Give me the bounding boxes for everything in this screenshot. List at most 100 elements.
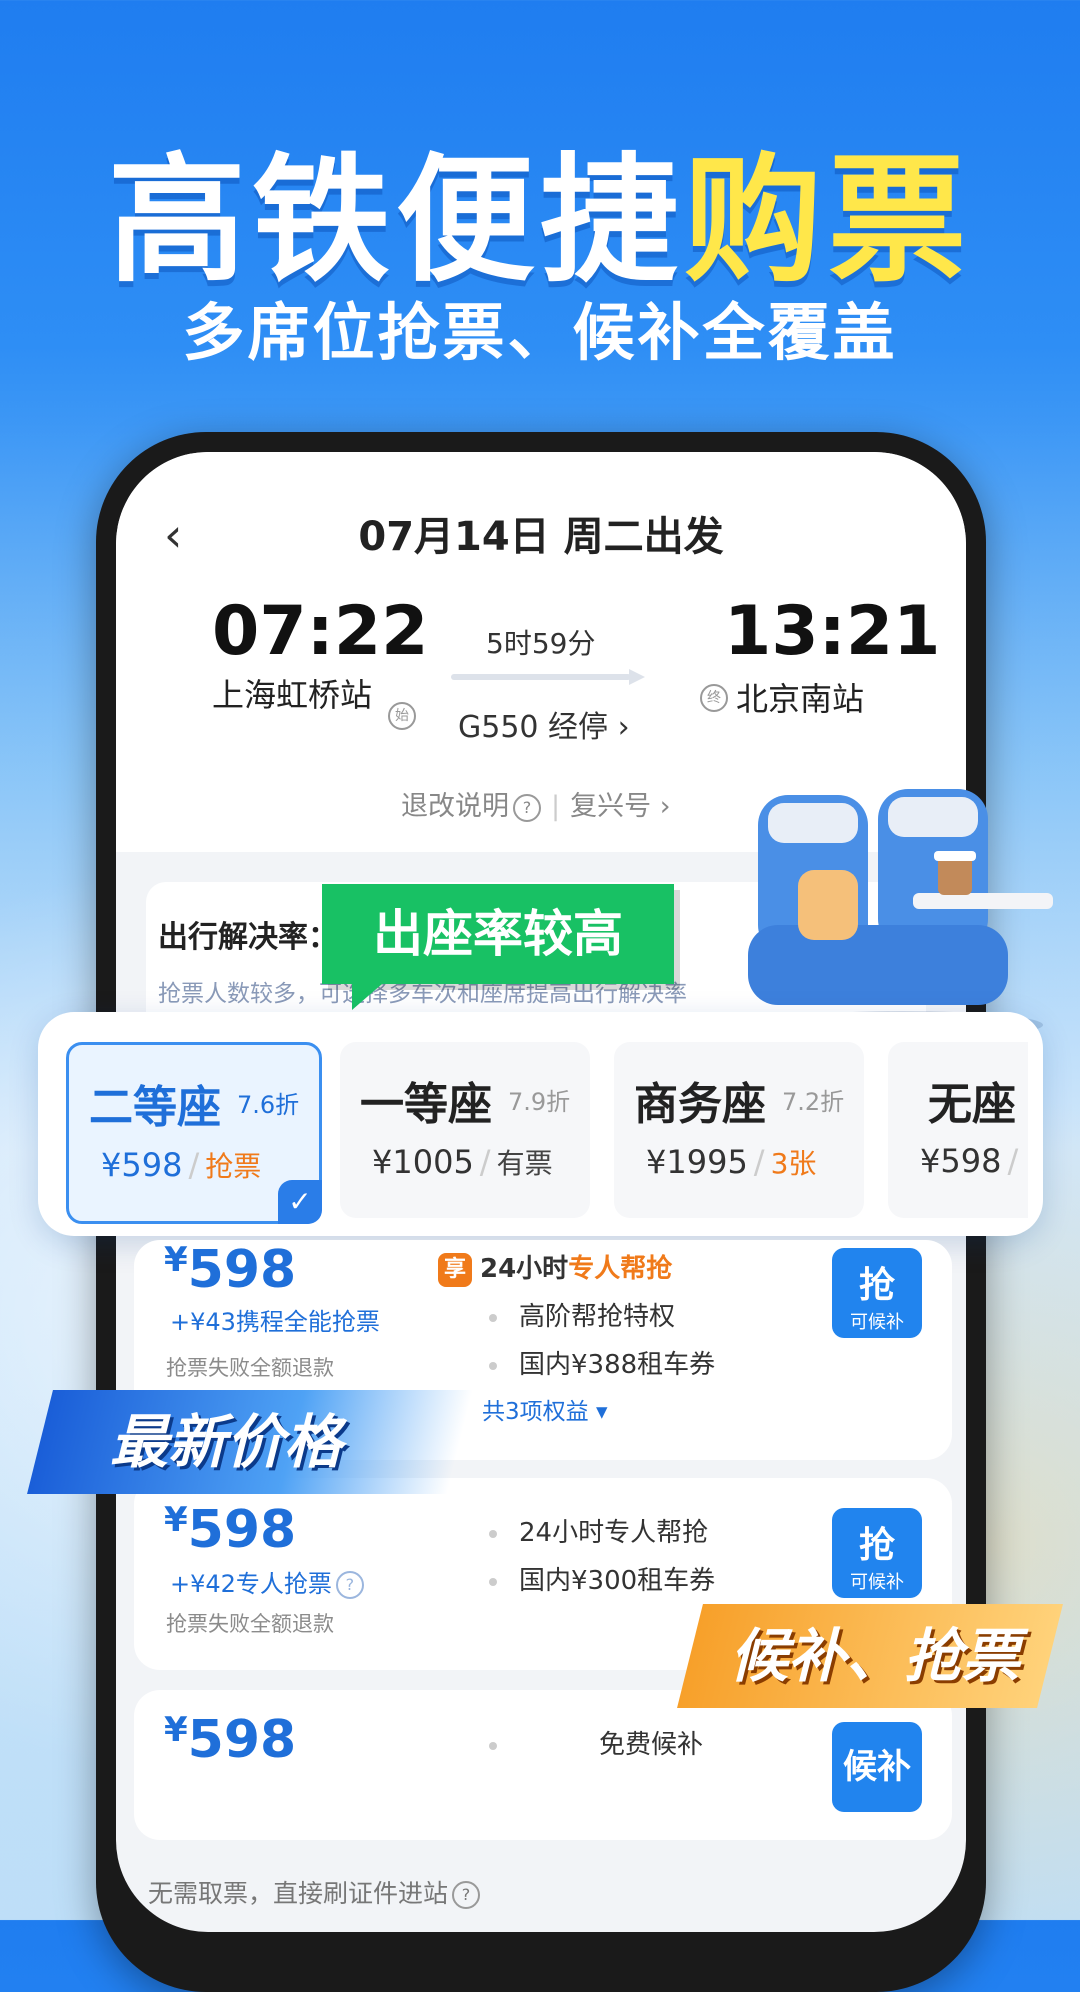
- seat-price-value: ¥598: [101, 1146, 183, 1184]
- divider: /: [753, 1143, 765, 1181]
- arrival-station: 北京南站: [736, 680, 865, 718]
- currency-symbol: ¥: [164, 1500, 188, 1540]
- waitlist-button[interactable]: 候补: [832, 1722, 922, 1812]
- seat-status: 有票: [496, 1147, 553, 1180]
- option-refund-note: 抢票失败全额退款: [166, 1612, 334, 1636]
- benefit-item: 国内¥300租车券: [489, 1560, 715, 1597]
- benefit-item: 免费候补: [489, 1724, 703, 1761]
- seat-option-first-class[interactable]: 一等座 7.9折 ¥1005/有票: [340, 1042, 590, 1218]
- seat-discount: 7.6折: [237, 1091, 300, 1119]
- price-value: 598: [187, 1500, 297, 1560]
- seat-price: ¥1005/有票: [372, 1142, 553, 1182]
- hero-title-white: 高铁便捷: [107, 140, 684, 301]
- departure-date: 07月14日 周二出发: [358, 514, 724, 560]
- benefit-text: 国内¥300租车券: [519, 1566, 716, 1596]
- arrival-time: 13:21: [724, 592, 941, 671]
- more-benefits-link[interactable]: 共3项权益 ▾: [482, 1392, 608, 1426]
- option-price: ¥598: [164, 1500, 296, 1560]
- currency-symbol: ¥: [164, 1710, 188, 1750]
- button-sublabel: 可候补: [850, 1312, 904, 1333]
- benefit-head-a: 24小时: [480, 1254, 569, 1284]
- departure-station: 上海虹桥站: [212, 676, 373, 714]
- seat-option-second-class[interactable]: 二等座 7.6折 ¥598/抢票 ✓: [66, 1042, 322, 1224]
- seat-name: 商务座: [634, 1079, 766, 1130]
- benefit-text: 国内¥388租车券: [519, 1350, 716, 1380]
- footer-note: 无需取票，直接刷证件进站?: [148, 1874, 481, 1910]
- button-sublabel: 可候补: [850, 1572, 904, 1593]
- check-icon: ✓: [278, 1180, 322, 1224]
- ribbon-text: 候补、抢票: [730, 1622, 1021, 1690]
- departure-time: 07:22: [212, 592, 429, 671]
- seat-discount: 7.9折: [508, 1088, 571, 1116]
- terminus-badge: 终: [700, 684, 728, 712]
- grab-ticket-button[interactable]: 抢可候补: [832, 1508, 922, 1598]
- benefit-item: 24小时专人帮抢: [489, 1512, 708, 1549]
- occupancy-tip-bubble: 出座率较高: [322, 884, 674, 1010]
- option-addon: +¥43携程全能抢票: [170, 1308, 380, 1336]
- bullet-icon: [489, 1361, 497, 1370]
- hero-title: 高铁便捷购票: [0, 108, 1080, 308]
- divider: /: [188, 1146, 200, 1184]
- seat-name: 无座: [928, 1079, 1016, 1130]
- option-price: ¥598: [164, 1240, 296, 1300]
- benefit-text: 高阶帮抢特权: [519, 1302, 676, 1332]
- addon-text: +¥42专人抢票: [170, 1570, 332, 1598]
- seat-class-selector: 二等座 7.6折 ¥598/抢票 ✓ 一等座 7.9折 ¥1005/有票 商务座…: [38, 1012, 1043, 1236]
- latest-price-ribbon: 最新价格: [27, 1390, 473, 1494]
- bullet-icon: [489, 1529, 497, 1538]
- help-icon[interactable]: ?: [452, 1881, 481, 1909]
- benefit-text: 免费候补: [599, 1730, 704, 1760]
- divider: /: [1007, 1142, 1019, 1180]
- benefit-item: 高阶帮抢特权: [489, 1296, 675, 1333]
- seat-price: ¥598/: [920, 1142, 1024, 1180]
- exclusive-badge: 享: [438, 1252, 472, 1287]
- seat-status: 抢票: [205, 1150, 262, 1183]
- price-value: 598: [187, 1240, 297, 1300]
- grab-ticket-button[interactable]: 抢可候补: [832, 1248, 922, 1338]
- button-label: 抢: [858, 1265, 895, 1306]
- train-type-link[interactable]: 复兴号 ›: [570, 791, 670, 822]
- option-addon: +¥42专人抢票?: [170, 1564, 364, 1599]
- benefit-item: 国内¥388租车券: [489, 1344, 715, 1381]
- train-number-link[interactable]: G550 经停 ›: [458, 702, 630, 746]
- seat-option-business-class[interactable]: 商务座 7.2折 ¥1995/3张: [614, 1042, 864, 1218]
- benefit-text: 24小时专人帮抢: [519, 1518, 709, 1548]
- seat-option-no-seat[interactable]: 无座 ¥598/: [888, 1042, 1028, 1218]
- bullet-icon: [489, 1313, 497, 1322]
- refund-policy-link[interactable]: 退改说明: [401, 791, 509, 822]
- seat-price-value: ¥1005: [372, 1143, 474, 1181]
- seat-price-value: ¥598: [920, 1142, 1002, 1180]
- hero-subtitle: 多席位抢票、候补全覆盖: [182, 296, 898, 369]
- seat-price-value: ¥1995: [646, 1143, 748, 1181]
- divider: /: [479, 1143, 491, 1181]
- seat-illustration-icon: [748, 789, 1053, 1039]
- button-label: 抢: [858, 1525, 895, 1566]
- help-icon[interactable]: ?: [335, 1571, 364, 1599]
- option-refund-note: 抢票失败全额退款: [166, 1356, 334, 1380]
- ribbon-text: 最新价格: [110, 1408, 343, 1476]
- benefit-head-b: 专人帮抢: [568, 1254, 673, 1284]
- seat-discount: 7.2折: [782, 1088, 845, 1116]
- option-price: ¥598: [164, 1710, 296, 1770]
- seat-price: ¥598/抢票: [101, 1145, 261, 1185]
- route-arrow-icon: [451, 669, 645, 685]
- trip-links: 退改说明? | 复兴号 ›: [401, 784, 671, 823]
- bullet-icon: [489, 1741, 497, 1750]
- solve-rate-label: 出行解决率：: [158, 920, 338, 955]
- button-label: 候补: [843, 1747, 911, 1787]
- seat-status: 3张: [770, 1147, 817, 1180]
- help-icon[interactable]: ?: [513, 793, 541, 822]
- seat-price: ¥1995/3张: [646, 1142, 816, 1182]
- divider: |: [551, 791, 561, 822]
- benefit-headline: 享 24小时专人帮抢: [438, 1248, 672, 1287]
- trip-duration: 5时59分: [486, 627, 596, 660]
- seat-name: 一等座: [360, 1079, 492, 1130]
- currency-symbol: ¥: [164, 1240, 188, 1280]
- hero-title-yellow: 购票: [684, 140, 973, 301]
- bullet-icon: [489, 1577, 497, 1586]
- seat-name: 二等座: [89, 1082, 221, 1133]
- ticket-option-waitlist: ¥598 免费候补 候补: [134, 1690, 952, 1840]
- price-value: 598: [187, 1710, 297, 1770]
- waitlist-grab-ribbon: 候补、抢票: [677, 1604, 1063, 1708]
- origin-badge: 始: [388, 702, 416, 730]
